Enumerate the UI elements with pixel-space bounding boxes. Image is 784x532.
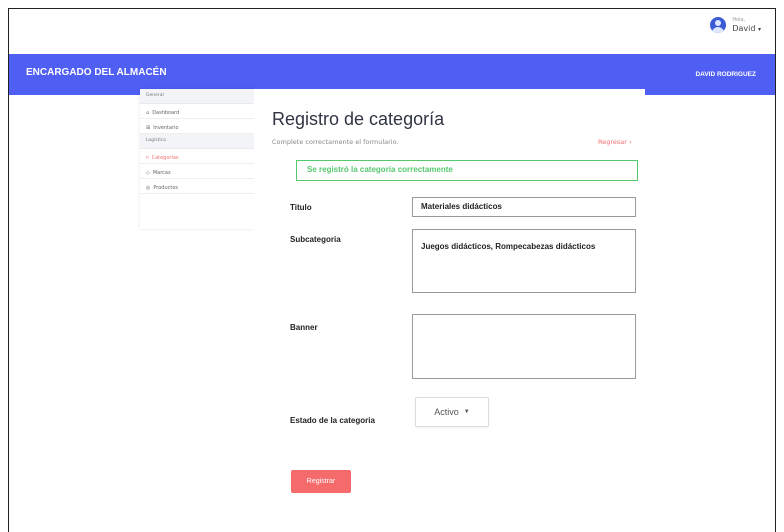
sidebar-item-label: Marcas (152, 170, 171, 176)
app-window: Hola, David ▾ ENCARGADO DEL ALMACÉN DAVI… (8, 8, 776, 532)
sidebar: General ⌂ Dashboard ⊞ Inventario Logísti… (140, 89, 254, 229)
registrar-button[interactable]: Registrar (291, 470, 351, 493)
page-title: Registro de categoría (272, 109, 445, 129)
sidebar-item-productos[interactable]: ◎ Productos (140, 179, 254, 194)
box-icon: ◎ (146, 185, 151, 191)
header-user-name: DAVID RODRIGUEZ (695, 71, 756, 78)
sidebar-item-categorias[interactable]: ⌑ Categorías (140, 149, 254, 164)
main-panel: Registro de categoría Complete correctam… (254, 89, 645, 532)
home-icon: ⌂ (146, 110, 150, 116)
sidebar-item-label: Dashboard (152, 110, 180, 116)
sidebar-section-logistica: Logística (140, 134, 254, 149)
sidebar-item-marcas[interactable]: ◇ Marcas (140, 164, 254, 179)
estado-select[interactable]: Activo ▼ (415, 397, 489, 427)
sidebar-item-dashboard[interactable]: ⌂ Dashboard (140, 104, 254, 119)
subcategoria-label: Subcategoria (290, 235, 341, 244)
sidebar-item-inventario[interactable]: ⊞ Inventario (140, 119, 254, 134)
bookmark-icon: ⌑ (146, 155, 149, 161)
success-alert: Se registró la categoría correctamente (296, 160, 638, 181)
estado-label: Estado de la categoria (290, 416, 375, 425)
tag-icon: ◇ (146, 170, 150, 176)
user-greeting-block: Hola, David ▾ (732, 16, 761, 33)
top-bar: Hola, David ▾ (9, 9, 775, 54)
chevron-down-icon: ▼ (463, 409, 470, 415)
grid-icon: ⊞ (146, 125, 151, 131)
banner-field[interactable] (412, 314, 636, 379)
page-subtitle: Complete correctamente el formulario. (272, 138, 399, 146)
titulo-input[interactable]: Materiales didácticos (412, 197, 636, 217)
sidebar-item-label: Productos (153, 185, 179, 191)
user-menu[interactable]: Hola, David ▾ (710, 17, 761, 33)
user-name: David ▾ (732, 23, 761, 33)
sidebar-item-label: Inventario (153, 125, 179, 131)
subcategoria-textarea[interactable]: Juegos didácticos, Rompecabezas didáctic… (412, 229, 636, 293)
estado-select-value: Activo (434, 407, 459, 417)
user-name-text: David (732, 23, 756, 33)
greeting-text: Hola, (732, 16, 746, 23)
back-link-label: Regresar (598, 138, 627, 146)
banner-label: Banner (290, 323, 318, 332)
titulo-label: Titulo (290, 203, 312, 212)
back-link[interactable]: Regresar › (598, 138, 632, 146)
sidebar-section-general: General (140, 89, 254, 104)
sidebar-item-label: Categorías (151, 155, 179, 161)
brand-title: ENCARGADO DEL ALMACÉN (26, 67, 167, 78)
chevron-down-icon: ▾ (757, 25, 761, 33)
chevron-right-icon: › (629, 138, 632, 146)
avatar-icon (710, 17, 727, 33)
